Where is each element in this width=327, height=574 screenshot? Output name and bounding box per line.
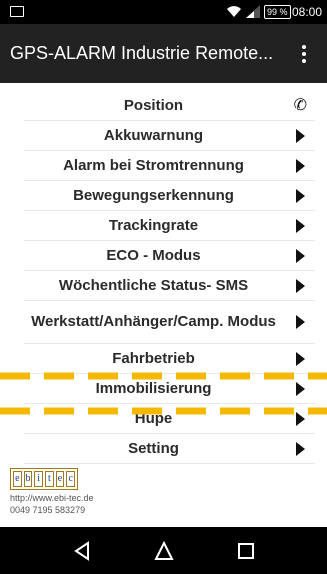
phone-icon: ✆ [293, 96, 307, 114]
menu-item-akkuwarnung[interactable]: Akkuwarnung [24, 121, 315, 151]
app-bar: GPS-ALARM Industrie Remote... [0, 24, 327, 83]
footer: e b i t e c http://www.ebi-tec.de 0049 7… [10, 468, 210, 516]
navigation-bar [0, 527, 327, 574]
arrow-right-icon [296, 158, 305, 173]
status-bar: 99 % 08:00 [0, 0, 327, 24]
highlight-dash-top [0, 372, 327, 380]
menu-item-label: Fahrbetrieb [112, 349, 195, 367]
arrow-right-icon [296, 441, 305, 456]
battery-indicator: 99 % [264, 5, 291, 19]
arrow-right-icon [296, 351, 305, 366]
logo-letter: b [23, 471, 33, 487]
home-icon[interactable] [152, 539, 176, 563]
clock: 08:00 [292, 5, 323, 19]
phone-number: 0049 7195 583279 [10, 505, 86, 515]
logo-letter: c [66, 471, 76, 487]
main-content: Position ✆ Akkuwarnung Alarm bei Stromtr… [0, 83, 327, 493]
app-title: GPS-ALARM Industrie Remote... [10, 43, 274, 63]
logo-letter: e [55, 471, 65, 487]
overflow-menu-icon[interactable] [296, 42, 312, 66]
menu-item-fahrbetrieb[interactable]: Fahrbetrieb [24, 344, 315, 374]
notification-icon [10, 6, 24, 17]
logo-letter: i [34, 471, 44, 487]
menu-item-woechentliche-status-sms[interactable]: Wöchentliche Status- SMS [24, 271, 315, 301]
logo-letter: e [13, 471, 22, 487]
ebi-tec-logo: e b i t e c [10, 468, 78, 490]
signal-icon [246, 5, 260, 18]
menu-item-setting[interactable]: Setting [24, 434, 315, 464]
menu-item-label: Trackingrate [108, 216, 199, 234]
menu-item-bewegungserkennung[interactable]: Bewegungserkennung [24, 181, 315, 211]
arrow-right-icon [296, 315, 305, 329]
menu-item-alarm-bei-stromtrennung[interactable]: Alarm bei Stromtrennung [24, 151, 315, 181]
arrow-right-icon [296, 381, 305, 396]
menu-item-label: ECO - Modus [106, 246, 201, 264]
menu-item-label: Setting [128, 439, 179, 457]
menu-item-label: Akkuwarnung [103, 126, 204, 144]
recents-icon[interactable] [234, 539, 258, 563]
menu-item-werkstatt-modus[interactable]: Werkstatt/Anhänger/Camp. Modus [24, 301, 315, 344]
highlight-dash-bottom [0, 407, 327, 415]
arrow-right-icon [296, 128, 305, 143]
back-icon[interactable] [70, 539, 94, 563]
menu-item-label: Bewegungserkennung [73, 186, 234, 204]
wifi-icon [227, 6, 241, 17]
logo-letter: t [45, 471, 54, 487]
menu-item-eco-modus[interactable]: ECO - Modus [24, 241, 315, 271]
arrow-right-icon [296, 188, 305, 203]
arrow-right-icon [296, 218, 305, 233]
menu-item-label: Wöchentliche Status- SMS [58, 276, 249, 294]
arrow-right-icon [296, 248, 305, 263]
menu-item-label: Alarm bei Stromtrennung [63, 156, 244, 174]
website-link[interactable]: http://www.ebi-tec.de [10, 492, 210, 504]
menu-item-label: Position [123, 96, 184, 114]
arrow-right-icon [296, 278, 305, 293]
menu-item-trackingrate[interactable]: Trackingrate [24, 211, 315, 241]
menu-item-position[interactable]: Position ✆ [24, 91, 315, 121]
menu-item-label: Werkstatt/Anhänger/Camp. Modus [31, 313, 276, 330]
